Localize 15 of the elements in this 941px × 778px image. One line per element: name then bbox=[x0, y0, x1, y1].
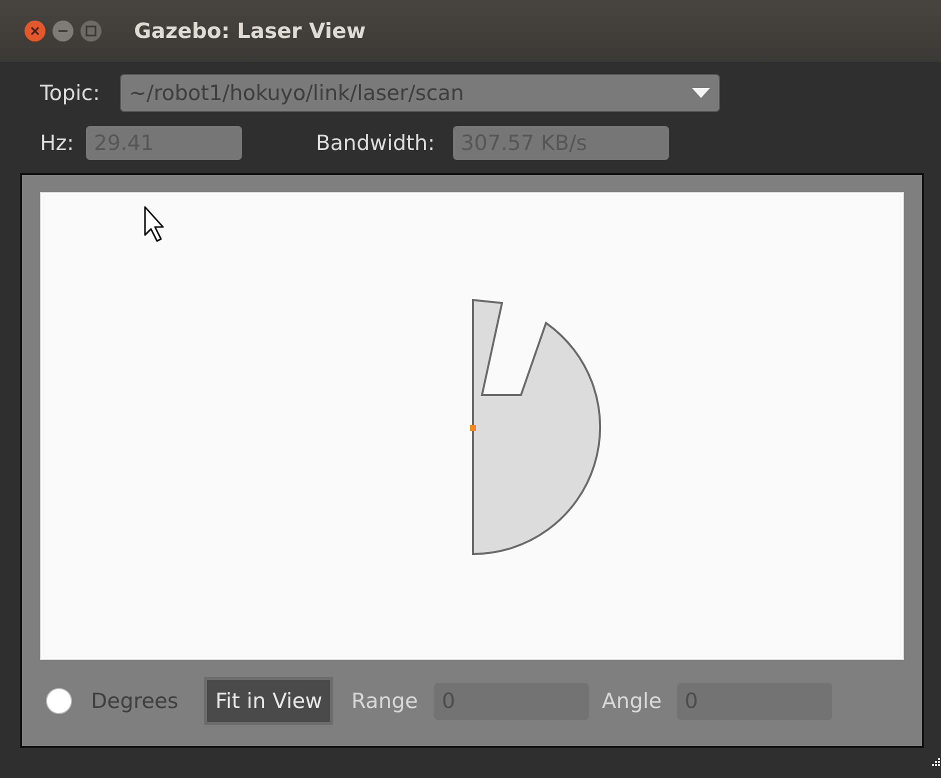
topic-label: Topic: bbox=[40, 81, 100, 105]
maximize-icon[interactable] bbox=[80, 20, 102, 42]
window-title: Gazebo: Laser View bbox=[134, 19, 366, 43]
sensor-origin-icon bbox=[470, 425, 476, 431]
close-icon[interactable] bbox=[24, 20, 46, 42]
degrees-label: Degrees bbox=[91, 689, 178, 713]
angle-label: Angle bbox=[602, 689, 662, 713]
minimize-icon[interactable] bbox=[52, 20, 74, 42]
hz-label: Hz: bbox=[40, 131, 74, 155]
mouse-pointer-icon bbox=[144, 206, 164, 242]
topic-dropdown[interactable]: ~/robot1/hokuyo/link/laser/scan bbox=[120, 74, 720, 112]
range-label: Range bbox=[351, 689, 418, 713]
fit-in-view-button[interactable]: Fit in View bbox=[204, 677, 334, 725]
dropdown-arrow-icon bbox=[690, 87, 711, 99]
bandwidth-label: Bandwidth: bbox=[316, 131, 435, 155]
